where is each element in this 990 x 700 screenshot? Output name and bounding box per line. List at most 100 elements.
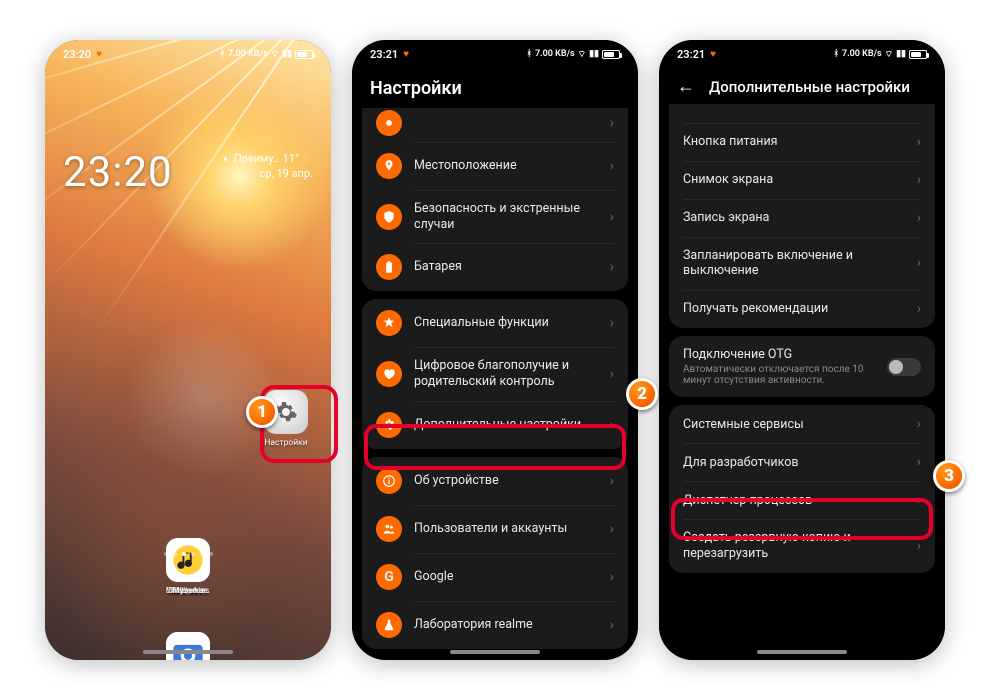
- flask-icon: [376, 612, 402, 638]
- otg-toggle[interactable]: [887, 358, 921, 376]
- badge-step-1: 1: [246, 396, 278, 428]
- row-screen-record[interactable]: Запись экрана›: [669, 199, 935, 237]
- row-otg-subtitle: Автоматически отключается после 10 минут…: [683, 364, 875, 386]
- chevron-right-icon: ›: [917, 255, 921, 271]
- settings-row-google[interactable]: GGoogle›: [362, 553, 628, 601]
- chevron-right-icon: ›: [917, 301, 921, 317]
- settings-row-battery[interactable]: Батарея›: [362, 243, 628, 291]
- chevron-right-icon: ›: [917, 210, 921, 226]
- notification-heart-icon: ♥: [96, 49, 102, 60]
- group-controls: . Кнопка питания› Снимок экрана› Запись …: [669, 104, 935, 328]
- settings-group-features: Специальные функции› Цифровое благополуч…: [362, 299, 628, 448]
- row-screenshot[interactable]: Снимок экрана›: [669, 161, 935, 199]
- badge-step-3: 3: [933, 460, 965, 492]
- settings-scroll[interactable]: .› Местоположение› Безопасность и экстре…: [352, 108, 638, 650]
- star-icon: [376, 310, 402, 336]
- chevron-right-icon: ›: [610, 259, 614, 275]
- moon-icon: ☾: [303, 152, 313, 165]
- users-icon: [376, 516, 402, 542]
- camera-icon: [166, 632, 210, 660]
- signal-icon: ▮▮: [896, 49, 906, 59]
- gesture-pill[interactable]: [450, 650, 540, 654]
- settings-row-security[interactable]: Безопасность и экстренные случаи›: [362, 190, 628, 243]
- row-truncated-top[interactable]: .: [669, 104, 935, 123]
- chevron-right-icon: ›: [610, 417, 614, 433]
- phone-home-screen: 23:20 ♥ ᚼ 7.00 KB/s ⌔ ▮▮ 23:20 ◐ Преиму.…: [45, 40, 331, 660]
- settings-group-system: Об устройстве› Пользователи и аккаунты› …: [362, 457, 628, 649]
- google-icon: G: [376, 564, 402, 590]
- settings-row-truncated[interactable]: .›: [362, 108, 628, 142]
- wifi-icon: ⌔: [885, 49, 893, 60]
- chevron-right-icon: ›: [610, 521, 614, 537]
- status-bar: 23:21♥ ᚼ 7.00 KB/s ⌔ ▮▮: [352, 40, 638, 68]
- weather-temp: 11°: [283, 152, 299, 165]
- battery-icon: [602, 50, 620, 59]
- status-time: 23:20: [63, 48, 91, 61]
- chevron-right-icon: ›: [610, 115, 614, 131]
- settings-row-wellbeing[interactable]: Цифровое благополучие и родительский кон…: [362, 347, 628, 400]
- settings-row-special[interactable]: Специальные функции›: [362, 299, 628, 347]
- weather-desc: Преиму..: [234, 152, 279, 165]
- row-schedule-power[interactable]: Запланировать включение и выключение›: [669, 237, 935, 290]
- phone-settings-main: 23:21♥ ᚼ 7.00 KB/s ⌔ ▮▮ Настройки .› Мес…: [352, 40, 638, 660]
- generic-icon: [376, 110, 402, 136]
- gesture-pill[interactable]: [757, 650, 847, 654]
- settings-row-location[interactable]: Местоположение›: [362, 142, 628, 190]
- back-button[interactable]: ←: [677, 76, 695, 97]
- wifi-icon: ⌔: [578, 49, 586, 60]
- settings-row-about[interactable]: Об устройстве›: [362, 457, 628, 505]
- home-clock: 23:20: [63, 148, 173, 197]
- page-title: Дополнительные настройки: [709, 78, 910, 96]
- app-music[interactable]: Музыка: [157, 538, 219, 596]
- battery-icon: [909, 50, 927, 59]
- net-speed: 7.00 KB/s: [535, 49, 575, 59]
- group-system: Системные сервисы› Для разработчиков› Ди…: [669, 405, 935, 572]
- signal-icon: ▮▮: [282, 49, 292, 59]
- bluetooth-icon: ᚼ: [527, 49, 532, 59]
- dock-camera[interactable]: [157, 632, 219, 660]
- chevron-right-icon: ›: [610, 473, 614, 489]
- chevron-right-icon: ›: [610, 617, 614, 633]
- shield-icon: [376, 204, 402, 230]
- row-developer-options[interactable]: Для разработчиков›: [669, 443, 935, 481]
- net-speed: 7.00 KB/s: [842, 49, 882, 59]
- chevron-right-icon: ›: [610, 315, 614, 331]
- badge-step-2: 2: [626, 378, 658, 410]
- chevron-right-icon: ›: [610, 569, 614, 585]
- battery-icon: [376, 254, 402, 280]
- settings-row-users[interactable]: Пользователи и аккаунты›: [362, 505, 628, 553]
- chevron-right-icon: ›: [610, 209, 614, 225]
- row-system-services[interactable]: Системные сервисы›: [669, 405, 935, 443]
- settings-row-additional[interactable]: Дополнительные настройки›: [362, 401, 628, 449]
- row-process-manager[interactable]: Диспетчер процессов›: [669, 481, 935, 519]
- app-settings-label: Настройки: [256, 438, 316, 448]
- phone-additional-settings: 23:21♥ ᚼ 7.00 KB/s ⌔ ▮▮ ← Дополнительные…: [659, 40, 945, 660]
- notification-heart-icon: ♥: [403, 49, 409, 60]
- clock-time: 23:20: [63, 148, 173, 197]
- home-weather-widget[interactable]: ◐ Преиму.. 11° ☾ ср, 19 апр.: [223, 152, 313, 180]
- gesture-pill[interactable]: [143, 650, 233, 654]
- chevron-right-icon: ›: [917, 416, 921, 432]
- row-power-button[interactable]: Кнопка питания›: [669, 123, 935, 161]
- signal-icon: ▮▮: [589, 49, 599, 59]
- wifi-icon: ⌔: [271, 49, 279, 60]
- chevron-right-icon: ›: [917, 538, 921, 554]
- gear-icon: [376, 412, 402, 438]
- row-recommendations[interactable]: Получать рекомендации›: [669, 290, 935, 328]
- row-backup-reset[interactable]: Создать резервную копию и перезагрузить›: [669, 519, 935, 572]
- settings-row-realme-lab[interactable]: Лаборатория realme›: [362, 601, 628, 649]
- tutorial-canvas: { "annotations": { "step1": "1", "step2"…: [0, 0, 990, 700]
- battery-icon: [295, 50, 313, 59]
- settings-scroll[interactable]: . Кнопка питания› Снимок экрана› Запись …: [659, 104, 945, 650]
- status-bar: 23:21♥ ᚼ 7.00 KB/s ⌔ ▮▮: [659, 40, 945, 68]
- row-otg[interactable]: Подключение OTG Автоматически отключаетс…: [669, 336, 935, 398]
- status-bar: 23:20 ♥ ᚼ 7.00 KB/s ⌔ ▮▮: [45, 40, 331, 68]
- status-time: 23:21: [677, 48, 705, 61]
- page-indicator: [45, 552, 331, 556]
- chevron-right-icon: ›: [610, 366, 614, 382]
- chevron-right-icon: ›: [917, 454, 921, 470]
- info-icon: [376, 468, 402, 494]
- weather-date: ср, 19 апр.: [260, 167, 313, 180]
- heart-icon: [376, 361, 402, 387]
- chevron-right-icon: ›: [917, 492, 921, 508]
